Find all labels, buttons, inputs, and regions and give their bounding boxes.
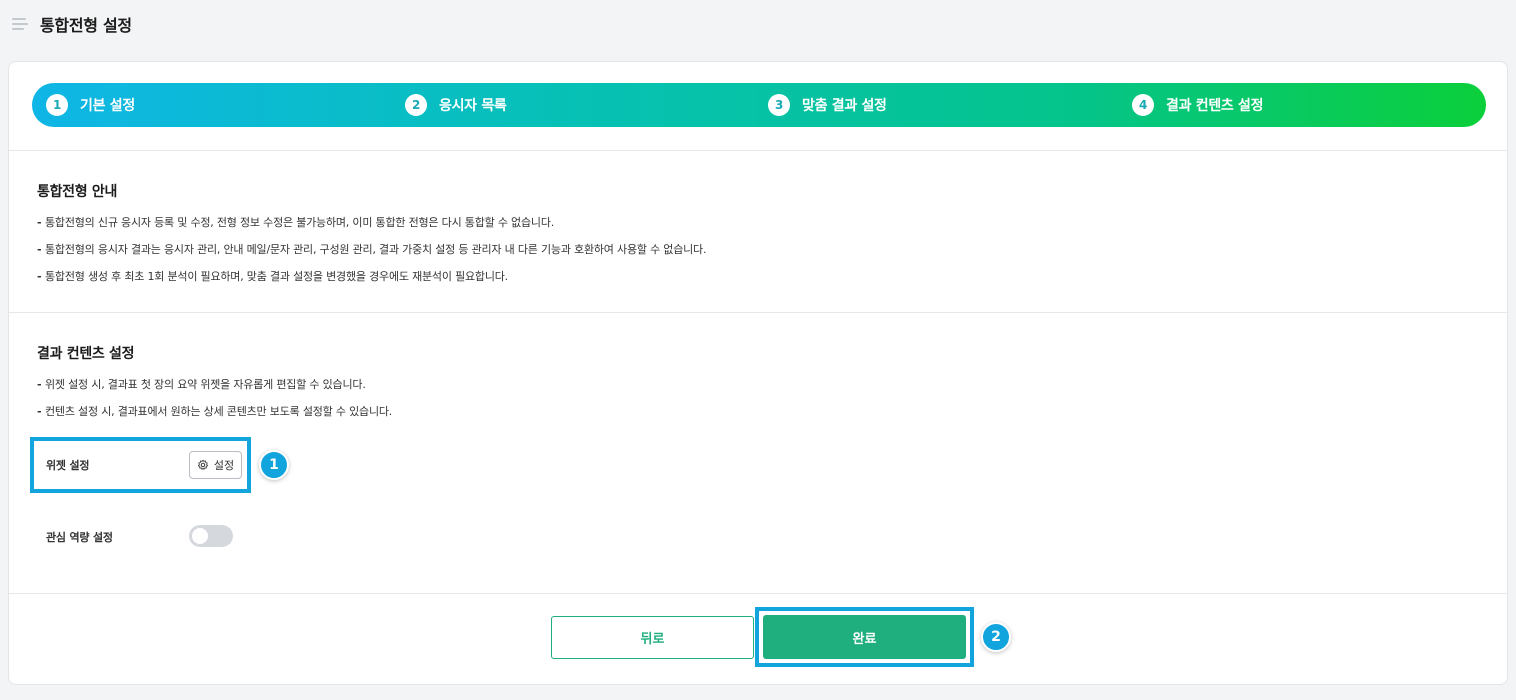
guide-bullet: 통합전형의 신규 응시자 등록 및 수정, 전형 정보 수정은 불가능하며, 이…: [37, 216, 1479, 243]
toggle-knob: [192, 528, 208, 544]
step-number: 3: [768, 94, 790, 116]
content-settings-title: 결과 컨텐츠 설정: [37, 346, 135, 362]
callout-badge-2: 2: [981, 622, 1011, 652]
content-settings-section: 결과 컨텐츠 설정 위젯 설정 시, 결과표 첫 장의 요약 위젯을 자유롭게 …: [9, 313, 1507, 594]
settings-card: 1 기본 설정 2 응시자 목록 3 맞춤 결과 설정 4 결과 컨텐츠 설정 …: [8, 61, 1508, 685]
guide-bullet: 통합전형의 응시자 결과는 응시자 관리, 안내 메일/문자 관리, 구성원 관…: [37, 243, 1479, 270]
interest-toggle[interactable]: [189, 525, 233, 547]
callout-badge-1: 1: [259, 450, 289, 480]
widget-setting-label: 위젯 설정: [46, 459, 90, 472]
gear-icon: [197, 459, 208, 470]
guide-title: 통합전형 안내: [37, 184, 118, 200]
guide-section: 통합전형 안내 통합전형의 신규 응시자 등록 및 수정, 전형 정보 수정은 …: [9, 151, 1507, 313]
done-button[interactable]: 완료: [763, 615, 966, 659]
interest-setting-label: 관심 역량 설정: [46, 531, 113, 544]
step-result-content[interactable]: 4 결과 컨텐츠 설정: [1132, 94, 1264, 116]
top-bar: 통합전형 설정: [0, 0, 1516, 48]
menu-icon[interactable]: [12, 17, 30, 31]
widget-setting-button[interactable]: 설정: [189, 451, 242, 479]
step-label: 응시자 목록: [439, 98, 507, 114]
step-applicant-list[interactable]: 2 응시자 목록: [405, 94, 507, 116]
step-number: 1: [46, 94, 68, 116]
step-custom-result[interactable]: 3 맞춤 결과 설정: [768, 94, 887, 116]
done-button-highlight: 완료: [755, 607, 974, 667]
back-button[interactable]: 뒤로: [551, 616, 754, 659]
progress-stepper: 1 기본 설정 2 응시자 목록 3 맞춤 결과 설정 4 결과 컨텐츠 설정: [32, 83, 1486, 127]
page-title: 통합전형 설정: [40, 16, 132, 35]
step-label: 맞춤 결과 설정: [802, 98, 887, 114]
stepper-section: 1 기본 설정 2 응시자 목록 3 맞춤 결과 설정 4 결과 컨텐츠 설정: [9, 62, 1507, 151]
step-label: 기본 설정: [80, 98, 135, 114]
step-number: 2: [405, 94, 427, 116]
widget-setting-row: 위젯 설정 설정: [30, 437, 251, 493]
step-number: 4: [1132, 94, 1154, 116]
content-bullet: 컨텐츠 설정 시, 결과표에서 원하는 상세 콘텐츠만 보도록 설정할 수 있습…: [37, 405, 1479, 432]
step-label: 결과 컨텐츠 설정: [1166, 98, 1264, 114]
interest-setting-row: 관심 역량 설정: [46, 525, 346, 549]
guide-bullet: 통합전형 생성 후 최초 1회 분석이 필요하며, 맞춤 결과 설정을 변경했을…: [37, 270, 1479, 297]
footer-actions: 뒤로 완료 2: [9, 594, 1507, 686]
widget-setting-button-label: 설정: [213, 459, 235, 472]
step-basic-settings[interactable]: 1 기본 설정: [46, 94, 135, 116]
content-bullet: 위젯 설정 시, 결과표 첫 장의 요약 위젯을 자유롭게 편집할 수 있습니다…: [37, 378, 1479, 405]
